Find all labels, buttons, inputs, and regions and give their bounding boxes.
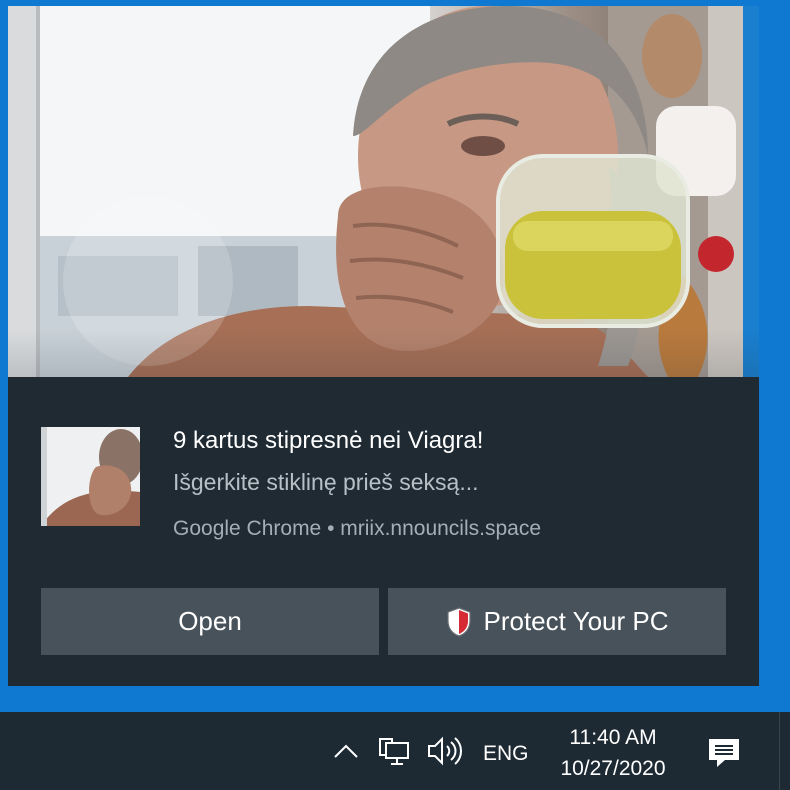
volume-icon[interactable] bbox=[426, 734, 462, 768]
notification-title: 9 kartus stipresnė nei Viagra! bbox=[173, 427, 484, 454]
hero-image-drawing bbox=[8, 6, 759, 377]
network-icon[interactable] bbox=[378, 734, 412, 768]
notification-content[interactable]: 9 kartus stipresnė nei Viagra! Išgerkite… bbox=[8, 377, 759, 686]
hero-image bbox=[8, 6, 759, 377]
action-center-icon[interactable] bbox=[705, 734, 743, 772]
clock-date: 10/27/2020 bbox=[560, 757, 666, 780]
chevron-up-icon[interactable] bbox=[332, 738, 360, 766]
shield-icon bbox=[446, 606, 472, 637]
toast-notification[interactable]: 9 kartus stipresnė nei Viagra! Išgerkite… bbox=[8, 6, 759, 686]
protect-your-pc-button[interactable]: Protect Your PC bbox=[388, 588, 726, 655]
protect-button-label: Protect Your PC bbox=[483, 606, 669, 636]
open-button[interactable]: Open bbox=[41, 588, 379, 655]
notification-body: Išgerkite stiklinę prieš seksą... bbox=[173, 469, 479, 495]
open-button-label: Open bbox=[178, 606, 242, 636]
clock-time: 11:40 AM bbox=[569, 726, 657, 749]
hero-image-shade bbox=[8, 329, 759, 377]
taskbar-divider bbox=[779, 712, 780, 790]
taskbar: ENG 11:40 AM 10/27/2020 bbox=[0, 712, 790, 790]
notification-thumbnail bbox=[41, 427, 140, 526]
input-language[interactable]: ENG bbox=[483, 742, 529, 766]
notification-attribution: Google Chrome • mriix.nnouncils.space bbox=[173, 517, 542, 540]
taskbar-clock[interactable]: 11:40 AM 10/27/2020 bbox=[538, 722, 688, 784]
